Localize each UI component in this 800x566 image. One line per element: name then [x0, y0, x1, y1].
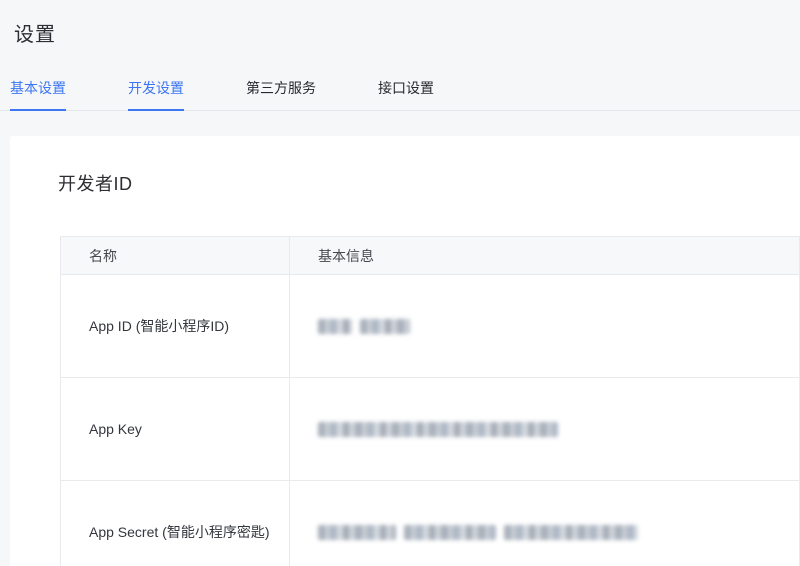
- tab-third-party-services[interactable]: 第三方服务: [246, 78, 316, 111]
- app-secret-label: App Secret (智能小程序密匙): [61, 481, 290, 566]
- app-secret-value-masked: [404, 525, 496, 540]
- app-key-label: App Key: [61, 378, 290, 481]
- section-title-developer-id: 开发者ID: [10, 136, 800, 196]
- table-header-row: 名称 基本信息: [61, 237, 800, 275]
- table-row-app-id: App ID (智能小程序ID): [61, 275, 800, 378]
- developer-id-table: 名称 基本信息 App ID (智能小程序ID) App Key App Sec…: [60, 236, 800, 566]
- column-header-basic-info: 基本信息: [290, 237, 800, 275]
- page-title: 设置: [14, 18, 800, 47]
- app-id-value-masked: [318, 319, 352, 334]
- app-id-value-cell: [290, 275, 800, 378]
- app-id-value-masked: [360, 319, 410, 334]
- table-row-app-key: App Key: [61, 378, 800, 481]
- developer-id-card: 开发者ID 名称 基本信息 App ID (智能小程序ID) App Key: [10, 136, 800, 566]
- table-row-app-secret: App Secret (智能小程序密匙): [61, 481, 800, 566]
- settings-tabbar: 基本设置 开发设置 第三方服务 接口设置: [0, 78, 800, 111]
- tab-api-settings[interactable]: 接口设置: [378, 78, 434, 111]
- app-secret-value-cell: [290, 481, 800, 566]
- app-secret-value-masked: [318, 525, 396, 540]
- column-header-name: 名称: [61, 237, 290, 275]
- tab-basic-settings[interactable]: 基本设置: [10, 78, 66, 111]
- tab-dev-settings[interactable]: 开发设置: [128, 78, 184, 111]
- app-id-label: App ID (智能小程序ID): [61, 275, 290, 378]
- app-secret-value-masked: [504, 525, 638, 540]
- app-key-value-masked: [318, 422, 558, 437]
- app-key-value-cell: [290, 378, 800, 481]
